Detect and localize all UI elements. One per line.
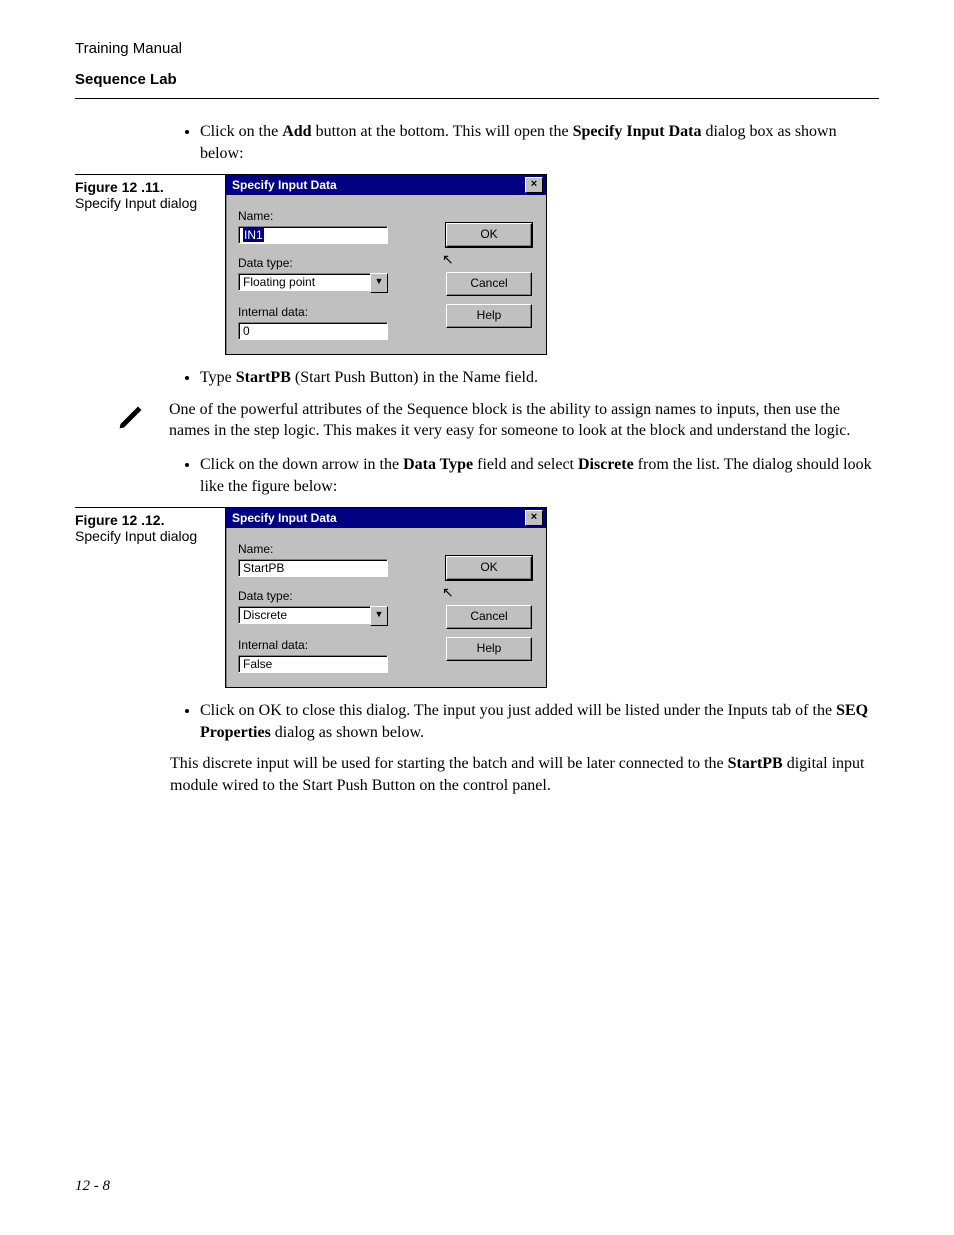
ok-button[interactable]: OK: [446, 556, 532, 580]
specify-input-dialog-1: Specify Input Data × Name: IN1 Data type…: [225, 174, 547, 355]
cancel-button[interactable]: Cancel: [446, 272, 532, 296]
internal-label: Internal data:: [238, 305, 432, 319]
datatype-value: Floating point: [238, 273, 370, 291]
cursor-icon: ↖: [442, 584, 454, 600]
cursor-icon: ↖: [442, 251, 454, 267]
internal-label: Internal data:: [238, 638, 432, 652]
figure-12-caption: Figure 12 .12. Specify Input dialog: [75, 507, 225, 544]
header-line-1: Training Manual: [75, 40, 879, 57]
name-input[interactable]: IN1: [238, 226, 388, 244]
bullet-4: Click on OK to close this dialog. The in…: [200, 700, 879, 743]
chevron-down-icon[interactable]: ▼: [370, 606, 388, 626]
page-number: 12 - 8: [75, 1178, 110, 1195]
internal-input[interactable]: False: [238, 655, 388, 673]
dialog-titlebar[interactable]: Specify Input Data ×: [226, 508, 546, 528]
dialog-title: Specify Input Data: [232, 178, 337, 192]
bullet-3: Click on the down arrow in the Data Type…: [200, 454, 879, 497]
name-label: Name:: [238, 542, 432, 556]
pencil-note-icon: [75, 399, 169, 436]
internal-input[interactable]: 0: [238, 322, 388, 340]
close-icon[interactable]: ×: [525, 510, 543, 526]
note-text: One of the powerful attributes of the Se…: [169, 399, 879, 442]
name-input[interactable]: StartPB: [238, 559, 388, 577]
figure-11-caption: Figure 12 .11. Specify Input dialog: [75, 174, 225, 211]
help-button[interactable]: Help: [446, 637, 532, 661]
header-line-2: Sequence Lab: [75, 71, 879, 88]
close-icon[interactable]: ×: [525, 177, 543, 193]
specify-input-dialog-2: Specify Input Data × Name: StartPB Data …: [225, 507, 547, 688]
help-button[interactable]: Help: [446, 304, 532, 328]
datatype-value: Discrete: [238, 606, 370, 624]
datatype-combo[interactable]: Discrete ▼: [238, 606, 388, 626]
trailing-paragraph: This discrete input will be used for sta…: [170, 753, 879, 796]
dialog-titlebar[interactable]: Specify Input Data ×: [226, 175, 546, 195]
datatype-label: Data type:: [238, 589, 432, 603]
header-rule: [75, 98, 879, 99]
bullet-1: Click on the Add button at the bottom. T…: [200, 121, 879, 164]
bullet-2: Type StartPB (Start Push Button) in the …: [200, 367, 879, 389]
cancel-button[interactable]: Cancel: [446, 605, 532, 629]
dialog-title: Specify Input Data: [232, 511, 337, 525]
datatype-label: Data type:: [238, 256, 432, 270]
name-label: Name:: [238, 209, 432, 223]
ok-button[interactable]: OK: [446, 223, 532, 247]
datatype-combo[interactable]: Floating point ▼: [238, 273, 388, 293]
chevron-down-icon[interactable]: ▼: [370, 273, 388, 293]
